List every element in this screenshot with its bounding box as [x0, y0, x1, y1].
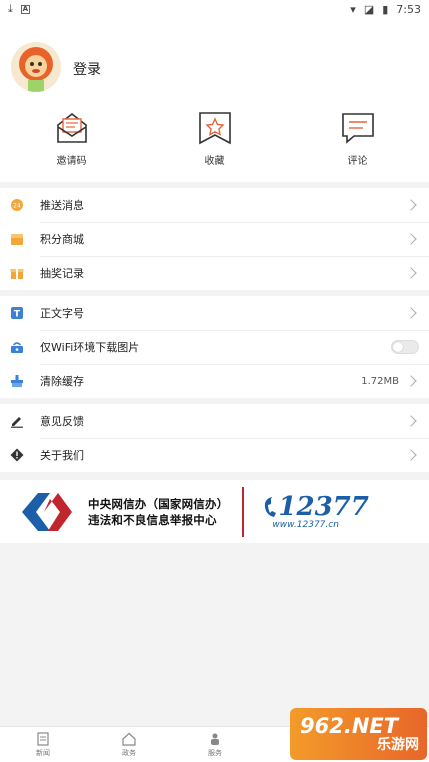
menu-group-settings: T 正文字号 仅WiFi环境下载图片 清除缓存 1.72MB	[0, 296, 429, 398]
invite-mail-icon	[56, 112, 87, 143]
wifi-icon: ▾	[350, 2, 356, 16]
chevron-right-icon	[405, 375, 417, 387]
menu-item-push-messages[interactable]: 24 推送消息	[0, 188, 429, 222]
chevron-right-icon	[405, 267, 417, 279]
chevron-right-icon	[405, 415, 417, 427]
font-size-icon: T	[10, 306, 24, 320]
login-link[interactable]: 登录	[73, 59, 101, 79]
invite-code-button[interactable]: 邀请码	[0, 110, 143, 167]
profile-section: 登录 邀请码 收藏 评论	[0, 18, 429, 182]
menu-item-lottery-records[interactable]: 抽奖记录	[0, 256, 429, 290]
clear-cache-icon	[10, 374, 24, 388]
menu-item-label: 抽奖记录	[40, 267, 84, 280]
menu-item-label: 清除缓存	[40, 375, 84, 388]
chevron-right-icon	[405, 199, 417, 211]
app-notification-icon: A	[20, 4, 30, 14]
banner-divider	[242, 486, 245, 537]
menu-item-label: 仅WiFi环境下载图片	[40, 341, 140, 354]
banner-line-2: 违法和不良信息举报中心	[88, 512, 217, 527]
points-mall-icon	[10, 232, 24, 246]
menu-item-label: 关于我们	[40, 449, 84, 462]
about-diamond-icon	[10, 448, 24, 462]
tab-service[interactable]: 服务	[172, 727, 258, 762]
status-bar: ⤓ A ▾ ◪ ▮ 7:53	[0, 0, 429, 18]
banner-line-1: 中央网信办（国家网信办）	[88, 496, 229, 511]
report-url: www.12377.cn	[272, 519, 339, 530]
download-icon: ⤓	[8, 2, 13, 15]
site-watermark: 962.NET 乐游网	[290, 708, 427, 760]
tab-label: 新闻	[36, 748, 50, 757]
news-icon	[37, 731, 49, 746]
menu-item-clear-cache[interactable]: 清除缓存 1.72MB	[0, 364, 429, 398]
report-center-logo-icon	[22, 492, 72, 531]
battery-icon: ▮	[382, 2, 389, 16]
report-center-banner[interactable]: 中央网信办（国家网信办） 违法和不良信息举报中心 12377 www.12377…	[0, 480, 429, 543]
menu-item-font-size[interactable]: T 正文字号	[0, 296, 429, 330]
service-icon	[211, 733, 219, 745]
bookmark-star-icon	[198, 112, 231, 145]
feedback-pen-icon	[10, 414, 24, 428]
menu-item-label: 正文字号	[40, 307, 84, 320]
hotline-number: 12377	[278, 491, 369, 522]
watermark-line-2: 乐游网	[377, 737, 419, 753]
menu-item-wifi-only: 仅WiFi环境下载图片	[0, 330, 429, 364]
comments-button[interactable]: 评论	[286, 110, 429, 167]
invite-code-label: 邀请码	[56, 156, 87, 167]
wifi-only-toggle[interactable]	[391, 340, 419, 354]
menu-group-about: 意见反馈 关于我们	[0, 404, 429, 472]
svg-text:24: 24	[13, 203, 21, 210]
menu-item-label: 推送消息	[40, 199, 84, 212]
government-icon	[122, 732, 136, 746]
tab-label: 服务	[208, 748, 222, 757]
menu-group-account: 24 推送消息 积分商城 抽奖记录	[0, 188, 429, 290]
menu-item-label: 意见反馈	[40, 415, 84, 428]
chevron-right-icon	[405, 233, 417, 245]
favorites-button[interactable]: 收藏	[143, 110, 286, 167]
lottery-record-icon	[10, 266, 24, 280]
chevron-right-icon	[405, 307, 417, 319]
tab-label: 政务	[122, 748, 136, 757]
menu-item-about-us[interactable]: 关于我们	[0, 438, 429, 472]
favorites-label: 收藏	[204, 156, 225, 167]
cache-size: 1.72MB	[361, 375, 399, 387]
status-time: 7:53	[396, 2, 421, 16]
quick-actions: 邀请码 收藏 评论	[0, 110, 429, 167]
avatar[interactable]	[11, 42, 61, 92]
watermark-line-1: 962.NET	[300, 714, 399, 738]
menu-item-feedback[interactable]: 意见反馈	[0, 404, 429, 438]
svg-text:T: T	[14, 310, 21, 320]
push-message-icon: 24	[10, 198, 24, 212]
menu-item-label: 积分商城	[40, 233, 84, 246]
comments-label: 评论	[347, 156, 368, 167]
no-signal-icon: ◪	[363, 2, 375, 16]
comment-icon	[341, 113, 374, 144]
tab-news[interactable]: 新闻	[0, 727, 86, 762]
menu-item-points-mall[interactable]: 积分商城	[0, 222, 429, 256]
phone-icon	[265, 496, 277, 517]
wifi-download-icon	[10, 340, 24, 354]
tab-government[interactable]: 政务	[86, 727, 172, 762]
chevron-right-icon	[405, 449, 417, 461]
